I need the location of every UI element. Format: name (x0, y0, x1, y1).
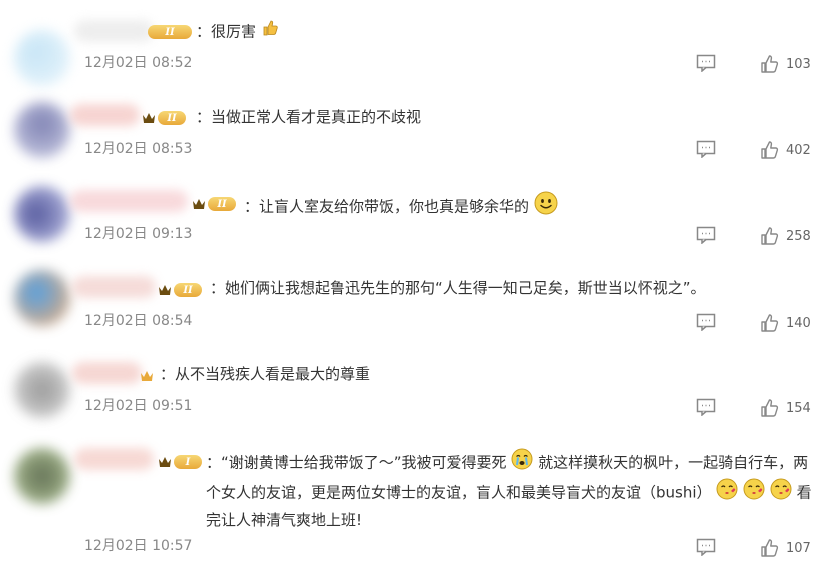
crown-icon (140, 369, 154, 383)
badge-level: I (174, 455, 202, 469)
reply-icon[interactable] (696, 538, 716, 557)
like-icon[interactable] (760, 398, 780, 418)
avatar[interactable] (14, 186, 70, 242)
like-count: 140 (786, 316, 811, 331)
smile-emoji (534, 191, 558, 223)
avatar[interactable] (14, 270, 70, 326)
comment-text: ：很厉害 (196, 19, 279, 45)
user-badge: II (142, 110, 186, 126)
reply-icon[interactable] (696, 313, 716, 332)
avatar[interactable] (14, 448, 70, 504)
username-blurred[interactable] (70, 104, 140, 126)
comment-text: ：“谢谢黄博士给我带饭了～”我被可爱得要死 就这样摸秋天的枫叶，一起骑自行车，两… (206, 448, 816, 533)
like-icon[interactable] (760, 538, 780, 558)
kiss-emoji (770, 478, 792, 508)
badge-level: II (158, 111, 186, 125)
like-count: 154 (786, 401, 811, 416)
comment-time: 12月02日 10:57 (84, 538, 193, 554)
like-icon[interactable] (760, 54, 780, 74)
like-icon[interactable] (760, 313, 780, 333)
crown-icon (158, 283, 172, 297)
crown-icon (192, 197, 206, 211)
avatar[interactable] (14, 30, 70, 86)
badge-level: II (208, 197, 236, 211)
badge-level: II (174, 283, 202, 297)
like-icon[interactable] (760, 140, 780, 160)
comment-text: ：从不当残疾人看是最大的尊重 (160, 365, 371, 383)
like-count: 258 (786, 229, 811, 244)
like-count: 103 (786, 57, 811, 72)
comment-text: ：让盲人室友给你带饭，你也真是够余华的 (244, 191, 558, 223)
kiss-emoji (716, 478, 738, 508)
badge-level: II (148, 25, 192, 39)
like-count: 107 (786, 541, 811, 556)
user-badge (140, 368, 156, 384)
thumbs-up-emoji (261, 19, 279, 45)
comment-time: 12月02日 09:51 (84, 398, 193, 414)
comment-time: 12月02日 09:13 (84, 226, 193, 242)
reply-icon[interactable] (696, 54, 716, 73)
comment-time: 12月02日 08:53 (84, 141, 193, 157)
reply-icon[interactable] (696, 140, 716, 159)
user-badge: II (158, 282, 202, 298)
user-badge: II (148, 24, 192, 40)
username-blurred[interactable] (70, 190, 188, 212)
crown-icon (158, 455, 172, 469)
kiss-emoji (743, 478, 765, 508)
comment-text: ：她们俩让我想起鲁迅先生的那句“人生得一知己足矣，斯世当以怀视之”。 (210, 279, 706, 297)
username-blurred[interactable] (74, 20, 154, 42)
like-icon[interactable] (760, 226, 780, 246)
avatar[interactable] (14, 102, 70, 158)
user-badge: II (192, 196, 236, 212)
crown-icon (142, 111, 156, 125)
avatar[interactable] (14, 362, 70, 418)
username-blurred[interactable] (72, 362, 142, 384)
user-badge: I (158, 454, 202, 470)
like-count: 402 (786, 143, 811, 158)
comment-time: 12月02日 08:52 (84, 55, 193, 71)
username-blurred[interactable] (72, 276, 156, 298)
reply-icon[interactable] (696, 398, 716, 417)
username-blurred[interactable] (74, 448, 154, 470)
comment-time: 12月02日 08:54 (84, 313, 193, 329)
reply-icon[interactable] (696, 226, 716, 245)
comment-text: ：当做正常人看才是真正的不歧视 (196, 108, 422, 126)
crying-emoji (511, 448, 533, 478)
